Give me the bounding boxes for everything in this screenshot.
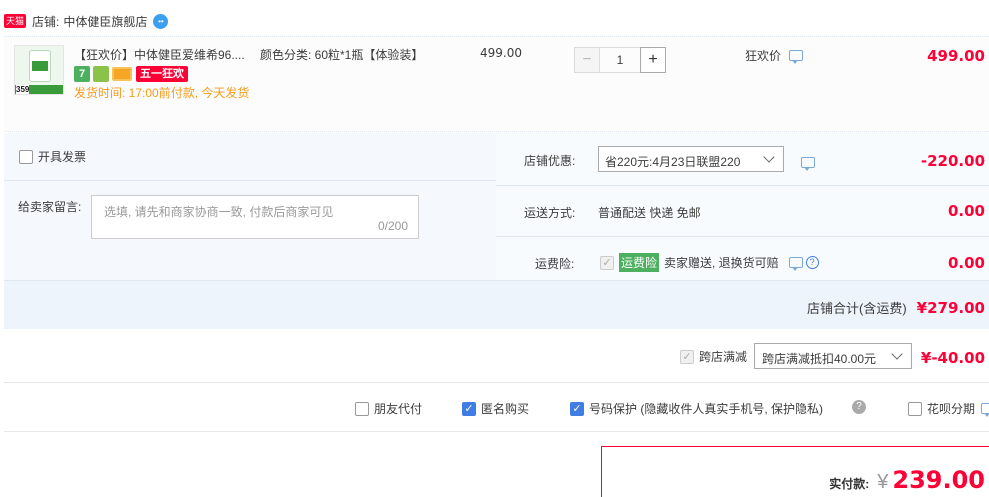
decrease-button[interactable]: −	[574, 47, 600, 73]
number-protect-option[interactable]: ✓ 号码保护 (隐藏收件人真实手机号, 保护隐私)	[570, 400, 823, 417]
promo-price: 狂欢价	[745, 47, 804, 64]
insurance-label: 运费险:	[535, 257, 575, 271]
shop-name[interactable]: 中体健臣旗舰店	[63, 13, 147, 30]
insurance-checkbox: ✓	[600, 255, 614, 270]
help-icon[interactable]: ?	[805, 256, 819, 269]
cross-shop-label: 跨店满减	[699, 350, 748, 364]
item-title[interactable]: 【狂欢价】中体健臣爱维希96....	[74, 46, 254, 63]
seven-day-return-icon: 7	[74, 66, 90, 82]
invoice-label: 开具发票	[38, 150, 87, 164]
quantity-input[interactable]: 1	[600, 47, 640, 73]
message-icon[interactable]	[789, 50, 804, 64]
shop-discount-amount: -220.00	[920, 152, 985, 170]
promo-badge: 五一狂欢	[136, 66, 188, 82]
chevron-down-icon	[763, 151, 775, 163]
invoice-option[interactable]: 开具发票	[19, 148, 86, 165]
divider	[4, 280, 989, 281]
shop-total-amount: ¥279.00	[916, 298, 985, 317]
item-badges: 7 五一狂欢	[74, 66, 188, 82]
increase-button[interactable]: +	[640, 47, 666, 73]
shop-discount-select[interactable]: 省220元:4月23日联盟220	[598, 146, 784, 172]
message-icon[interactable]	[981, 403, 989, 417]
friend-pay-option[interactable]: 朋友代付	[355, 400, 422, 417]
message-icon[interactable]	[801, 157, 815, 172]
shield-icon	[93, 66, 109, 82]
divider	[496, 236, 989, 237]
shipping-label: 运送方式:	[524, 206, 576, 220]
message-textarea[interactable]: 选填, 请先和商家协商一致, 付款后商家可见 0/200	[91, 195, 419, 239]
number-protect-checkbox[interactable]: ✓	[570, 401, 584, 416]
cross-shop-amount: ¥-40.00	[920, 349, 985, 367]
friend-pay-label: 朋友代付	[374, 402, 423, 416]
divider	[4, 180, 496, 181]
number-protect-label: 号码保护 (隐藏收件人真实手机号, 保护隐私)	[589, 402, 823, 416]
message-placeholder: 选填, 请先和商家协商一致, 付款后商家可见	[104, 205, 334, 219]
divider	[4, 431, 989, 432]
wangwang-icon[interactable]: ••	[153, 13, 169, 29]
shop-discount-label: 店铺优惠:	[524, 154, 576, 168]
invoice-checkbox[interactable]	[19, 149, 33, 164]
friend-pay-checkbox[interactable]	[355, 401, 369, 416]
cross-shop-option: ✓ 跨店满减	[680, 348, 747, 365]
divider	[4, 382, 989, 383]
item-thumbnail[interactable]: 359	[14, 45, 64, 95]
cross-shop-checkbox: ✓	[680, 349, 694, 364]
insurance-tag: 运费险	[619, 253, 660, 272]
shop-discount-value: 省220元:4月23日联盟220	[605, 155, 741, 169]
huabei-label: 花呗分期	[927, 402, 976, 416]
item-subtotal: 499.00	[927, 47, 985, 65]
shipping-amount: 0.00	[947, 202, 985, 220]
payment-summary: 实付款: ¥ 239.00	[829, 466, 985, 494]
quantity-stepper: − 1 +	[574, 47, 666, 73]
insurance-amount: 0.00	[947, 254, 985, 272]
card-icon	[112, 67, 132, 81]
message-counter: 0/200	[377, 219, 408, 233]
shop-total: 店铺合计(含运费) ¥279.00	[807, 298, 985, 317]
huabei-checkbox[interactable]	[908, 401, 922, 416]
message-icon[interactable]	[788, 257, 803, 271]
insurance-desc: 卖家赠送, 退换货可赔	[664, 256, 779, 270]
anonymous-label: 匿名购买	[481, 402, 530, 416]
cross-shop-select[interactable]: 跨店满减抵扣40.00元	[754, 343, 912, 369]
shop-total-label: 店铺合计(含运费)	[807, 301, 907, 316]
message-label: 给卖家留言:	[18, 200, 82, 214]
payment-amount: 239.00	[892, 466, 985, 494]
divider	[496, 185, 989, 186]
ship-time: 发货时间: 17:00前付款, 今天发货	[74, 86, 250, 100]
tmall-badge: 天猫	[4, 14, 27, 28]
anonymous-checkbox[interactable]: ✓	[462, 401, 476, 416]
item-sku: 颜色分类: 60粒*1瓶【体验装】	[260, 48, 424, 62]
help-icon[interactable]: ?	[852, 400, 866, 414]
thumbnail-price: 359	[16, 85, 30, 94]
payment-currency: ¥	[877, 471, 889, 493]
insurance-option: ✓ 运费险 卖家赠送, 退换货可赔 ?	[600, 253, 819, 272]
huabei-option[interactable]: 花呗分期	[908, 400, 989, 417]
shop-header: 天猫 店铺: 中体健臣旗舰店 ••	[4, 13, 169, 30]
shipping-value: 普通配送 快递 免邮	[598, 206, 701, 220]
promo-label: 狂欢价	[745, 49, 782, 63]
cross-shop-value: 跨店满减抵扣40.00元	[762, 352, 877, 366]
unit-price: 499.00	[480, 46, 522, 60]
chevron-down-icon	[891, 348, 903, 360]
anonymous-option[interactable]: ✓ 匿名购买	[462, 400, 529, 417]
shop-label: 店铺:	[32, 14, 60, 29]
payment-label: 实付款:	[829, 477, 870, 491]
payment-box: 实付款: ¥ 239.00	[601, 446, 989, 497]
